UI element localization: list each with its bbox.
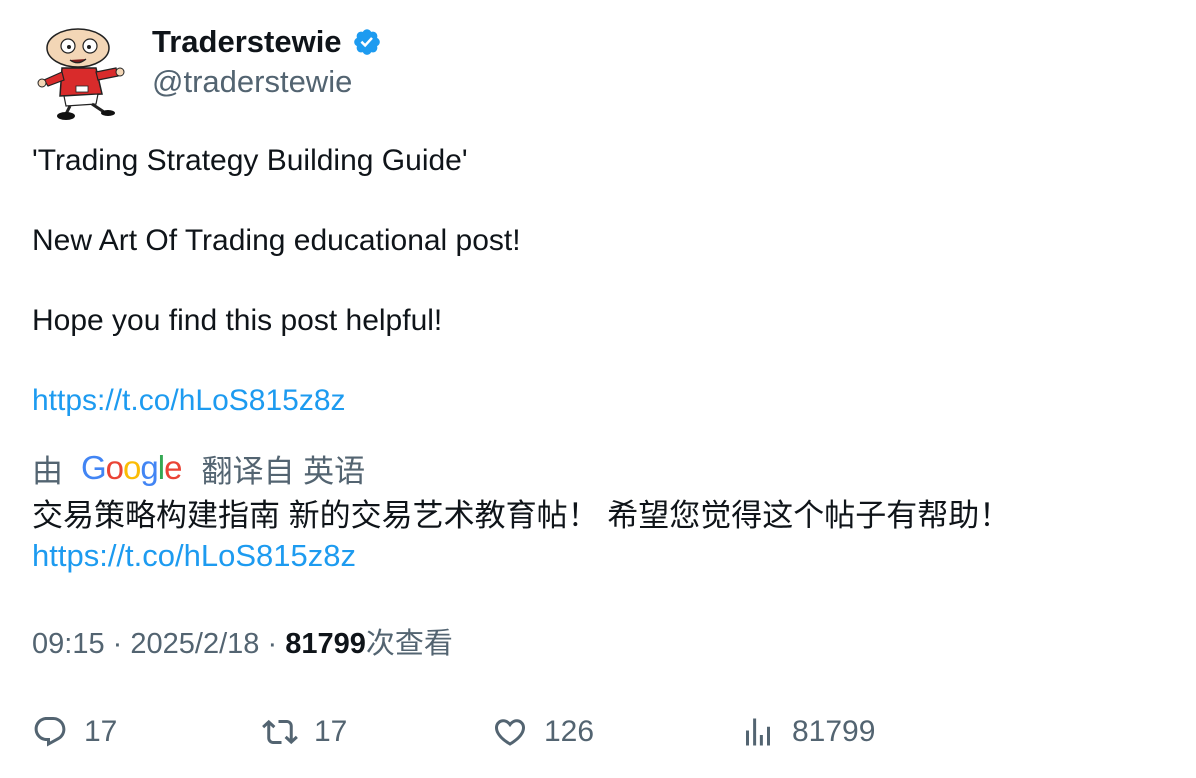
cartoon-avatar-icon — [37, 28, 125, 120]
google-logo-letter: g — [140, 449, 158, 486]
tweet-time[interactable]: 09:15 — [32, 628, 105, 660]
google-logo-letter: o — [105, 449, 124, 486]
meta-separator: · — [113, 628, 131, 660]
like-button[interactable]: 126 — [492, 710, 594, 754]
reply-button[interactable]: 17 — [32, 710, 117, 754]
bar-chart-icon — [746, 718, 770, 746]
tweet-text-line-2: New Art Of Trading educational post! — [32, 224, 521, 257]
verified-badge-icon — [352, 27, 382, 57]
author-handle[interactable]: @traderstewie — [152, 62, 352, 102]
author-display-name[interactable]: Traderstewie — [152, 22, 342, 62]
tweet-meta: 09:15 · 2025/2/18 · 81799次查看 — [32, 624, 453, 664]
tweet-text-line-1: 'Trading Strategy Building Guide' — [32, 144, 468, 177]
views-button[interactable]: 81799 — [740, 710, 875, 754]
author-name-row[interactable]: Traderstewie — [152, 22, 382, 62]
retweet-icon — [262, 719, 298, 745]
google-logo[interactable]: Google — [81, 449, 182, 487]
views-action-count: 81799 — [792, 715, 876, 748]
heart-icon — [494, 719, 526, 746]
tweet-date[interactable]: 2025/2/18 — [130, 628, 259, 660]
translation-prefix: 由 — [32, 453, 63, 489]
tweet-text-line-3: Hope you find this post helpful! — [32, 304, 443, 337]
views-count: 81799 — [285, 628, 366, 660]
like-count: 126 — [544, 715, 595, 748]
separator-dot: · — [267, 628, 278, 660]
retweet-count: 17 — [314, 715, 348, 748]
translated-text-line: 交易策略构建指南 新的交易艺术教育帖！ 希望您觉得这个帖子有帮助！ — [32, 498, 1011, 533]
separator-dot: · — [112, 628, 123, 660]
meta-separator: · — [267, 628, 285, 660]
google-logo-letter: o — [123, 449, 141, 486]
translated-text: 交易策略构建指南 新的交易艺术教育帖！ 希望您觉得这个帖子有帮助！ https:… — [32, 496, 1010, 576]
tweet-link-row: https://t.co/hLoS815z8z — [32, 381, 346, 421]
views-label: 次查看 — [365, 628, 453, 660]
reply-count: 17 — [84, 715, 118, 748]
retweet-button[interactable]: 17 — [262, 710, 347, 754]
tweet-card: Traderstewie @traderstewie 'Trading Stra… — [0, 0, 1196, 778]
avatar[interactable] — [30, 22, 130, 122]
google-logo-letter: G — [81, 449, 107, 486]
translated-link[interactable]: https://t.co/hLoS815z8z — [32, 538, 356, 573]
reply-icon — [34, 717, 66, 747]
translation-suffix: 翻译自 英语 — [201, 453, 366, 489]
google-logo-letter: e — [164, 449, 182, 486]
translation-attribution: 由 Google 翻译自 英语 — [32, 447, 365, 489]
tweet-link[interactable]: https://t.co/hLoS815z8z — [32, 384, 346, 417]
